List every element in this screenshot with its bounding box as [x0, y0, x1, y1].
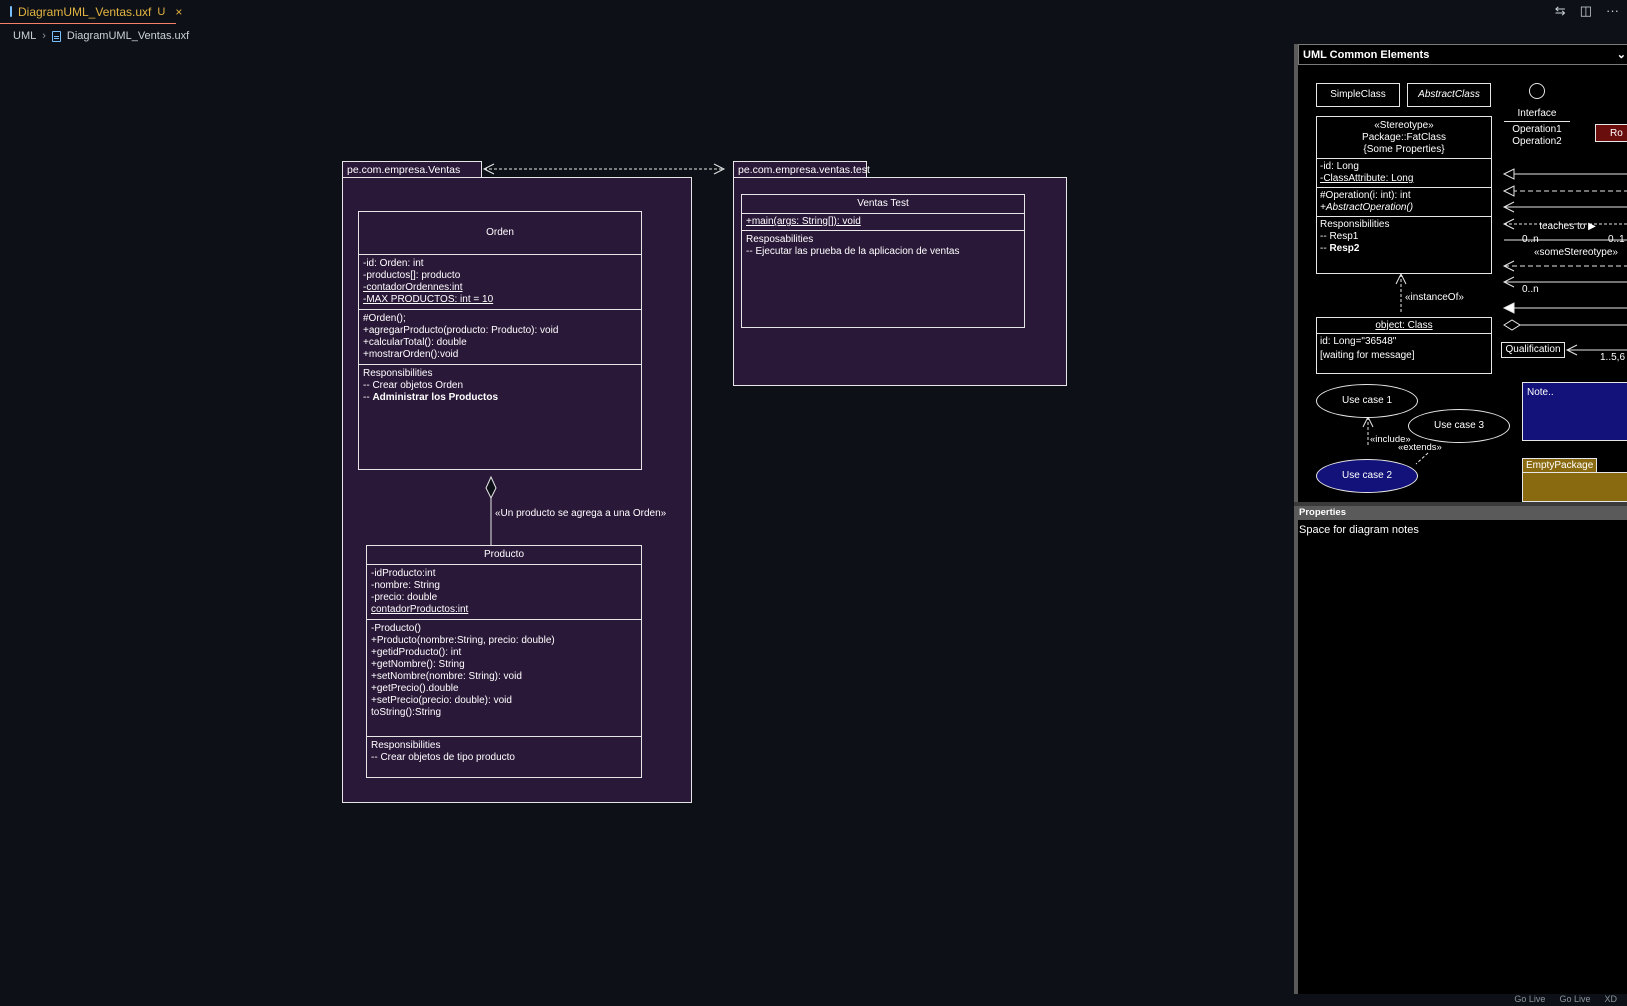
diagram-connectors — [482, 163, 726, 545]
palette-use-case-3[interactable]: Use case 3 — [1408, 409, 1510, 443]
palette-mult-label: 0..n — [1522, 284, 1539, 295]
palette-empty-package[interactable]: EmptyPackage — [1522, 458, 1597, 473]
palette-qualification[interactable]: Qualification — [1501, 342, 1565, 358]
palette-extends-label: «extends» — [1398, 442, 1442, 453]
palette-use-case-1[interactable]: Use case 1 — [1316, 384, 1418, 418]
palette-empty-package-body[interactable] — [1522, 472, 1627, 502]
palette-mult-label: 0..1 — [1608, 234, 1625, 245]
palette-instanceof-label: «instanceOf» — [1405, 292, 1464, 303]
palette-object[interactable]: object: Class id: Long="36548" [waiting … — [1316, 317, 1492, 374]
uml-palette: UML Common Elements ⌄ SimpleClass Abstrac… — [1294, 44, 1627, 502]
compare-changes-icon[interactable]: ⇆ — [1555, 3, 1566, 19]
xd-button[interactable]: XD — [1604, 994, 1617, 1004]
properties-panel[interactable] — [1294, 520, 1627, 994]
aggregation-label: «Un producto se agrega a una Orden» — [495, 508, 667, 519]
palette-teaches-label: teaches to ▶ — [1539, 221, 1596, 232]
dependency-arrow — [482, 163, 726, 175]
properties-header: Properties — [1294, 506, 1627, 520]
palette-stereotype-label: «someStereotype» — [1534, 247, 1618, 258]
go-live-button[interactable]: Go Live — [1514, 994, 1545, 1004]
more-actions-icon[interactable]: ··· — [1606, 3, 1619, 19]
palette-mult-label: 1..5,6 — [1600, 352, 1626, 363]
properties-text[interactable]: Space for diagram notes — [1299, 524, 1419, 536]
palette-note[interactable]: Note.. — [1522, 382, 1627, 441]
palette-use-case-2[interactable]: Use case 2 — [1316, 459, 1418, 493]
status-bar: Go Live Go Live XD — [0, 994, 1627, 1006]
split-editor-icon[interactable]: ◫ — [1580, 3, 1592, 19]
palette-mult-label: 0..n — [1522, 234, 1539, 245]
go-live-button[interactable]: Go Live — [1559, 994, 1590, 1004]
